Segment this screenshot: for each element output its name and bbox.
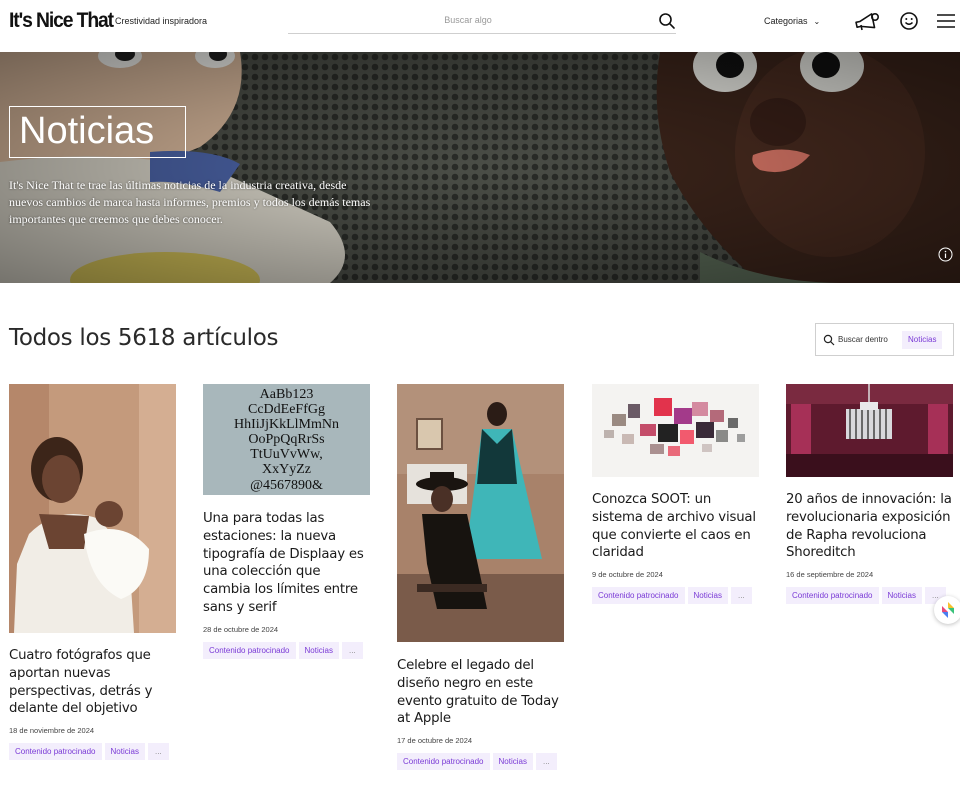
article-title[interactable]: 20 años de innovación: la revolucionaria… [786, 491, 953, 562]
site-search [288, 8, 676, 34]
site-logo[interactable]: It's Nice That [9, 9, 114, 33]
tag-more[interactable]: ... [147, 743, 169, 761]
floating-extension-icon[interactable] [934, 596, 960, 624]
search-within-label: Buscar dentro [838, 335, 888, 344]
tag-sponsored[interactable]: Contenido patrocinado [9, 743, 102, 761]
hero-banner: Noticias It's Nice That te trae las últi… [0, 52, 960, 283]
article-card: Cuatro fotógrafos que aportan nuevas per… [9, 384, 176, 761]
type-specimen-line: CcDdEeFfGg [248, 402, 325, 417]
article-tags: Contenido patrocinado Noticias ... [9, 743, 176, 761]
article-thumbnail[interactable] [786, 384, 953, 477]
article-date: 18 de noviembre de 2024 [9, 726, 95, 736]
type-specimen-line: XxYyZz [262, 462, 311, 477]
article-card: Conozca SOOT: un sistema de archivo visu… [592, 384, 759, 605]
article-title[interactable]: Conozca SOOT: un sistema de archivo visu… [592, 491, 759, 562]
menu-icon[interactable] [936, 10, 956, 32]
hero-image [0, 52, 960, 283]
tag-news[interactable]: Noticias [492, 753, 533, 771]
chevron-down-icon: ⌄ [813, 17, 821, 26]
info-icon[interactable] [938, 247, 953, 262]
type-specimen-line: OoPpQqRrSs [248, 432, 324, 447]
article-thumbnail[interactable]: AaBb123 CcDdEeFfGg HhIiJjKkLlMmNn OoPpQq… [203, 384, 370, 495]
tag-news[interactable]: Noticias [687, 587, 728, 605]
article-tags: Contenido patrocinado Noticias ... [397, 753, 564, 771]
search-icon [823, 334, 835, 346]
article-tags: Contenido patrocinado Noticias ... [592, 587, 759, 605]
tag-sponsored[interactable]: Contenido patrocinado [397, 753, 490, 771]
tag-more[interactable]: ... [341, 641, 363, 659]
article-thumbnail[interactable] [592, 384, 759, 477]
tag-more[interactable]: ... [730, 587, 752, 605]
site-tagline: Crestividad inspiradora [115, 16, 208, 26]
tag-sponsored[interactable]: Contenido patrocinado [786, 587, 879, 605]
site-header: It's Nice That Crestividad inspiradora C… [0, 0, 960, 52]
categories-dropdown[interactable]: Categorias ⌄ [764, 16, 820, 26]
smile-icon[interactable] [899, 10, 919, 32]
megaphone-icon[interactable] [853, 10, 881, 32]
tag-news[interactable]: Noticias [104, 743, 145, 761]
article-date: 17 de octubre de 2024 [397, 736, 473, 746]
article-card: AaBb123 CcDdEeFfGg HhIiJjKkLlMmNn OoPpQq… [203, 384, 370, 659]
article-date: 16 de septiembre de 2024 [786, 570, 874, 580]
tag-news[interactable]: Noticias [298, 641, 339, 659]
article-title[interactable]: Cuatro fotógrafos que aportan nuevas per… [9, 647, 176, 718]
type-specimen-line: HhIiJjKkLlMmNn [234, 417, 339, 432]
hero-title: Noticias [9, 106, 186, 158]
article-card: 20 años de innovación: la revolucionaria… [786, 384, 953, 605]
search-within-chip: Noticias [902, 331, 943, 349]
tag-more[interactable]: ... [535, 753, 557, 771]
tag-news[interactable]: Noticias [881, 587, 922, 605]
article-thumbnail[interactable] [397, 384, 564, 642]
article-tags: Contenido patrocinado Noticias ... [203, 641, 370, 659]
search-icon[interactable] [658, 12, 676, 30]
article-date: 9 de octubre de 2024 [592, 570, 663, 580]
hero-description: It's Nice That te trae las últimas notic… [9, 178, 371, 226]
article-title[interactable]: Celebre el legado del diseño negro en es… [397, 657, 564, 728]
article-title[interactable]: Una para todas las estaciones: la nueva … [203, 510, 370, 617]
type-specimen-line: @4567890& [250, 478, 323, 493]
categories-label: Categorias [764, 16, 808, 26]
article-card: Celebre el legado del diseño negro en es… [397, 384, 564, 771]
article-tags: Contenido patrocinado Noticias ... [786, 587, 953, 605]
search-within-button[interactable]: Buscar dentro Noticias [815, 323, 954, 356]
type-specimen-line: AaBb123 [260, 387, 314, 402]
tag-sponsored[interactable]: Contenido patrocinado [203, 641, 296, 659]
search-input[interactable] [288, 8, 648, 32]
type-specimen-line: TtUuVvWw, [250, 447, 323, 462]
article-thumbnail[interactable] [9, 384, 176, 633]
article-date: 28 de octubre de 2024 [203, 624, 279, 634]
tag-sponsored[interactable]: Contenido patrocinado [592, 587, 685, 605]
articles-count-heading: Todos los 5618 artículos [9, 325, 279, 351]
